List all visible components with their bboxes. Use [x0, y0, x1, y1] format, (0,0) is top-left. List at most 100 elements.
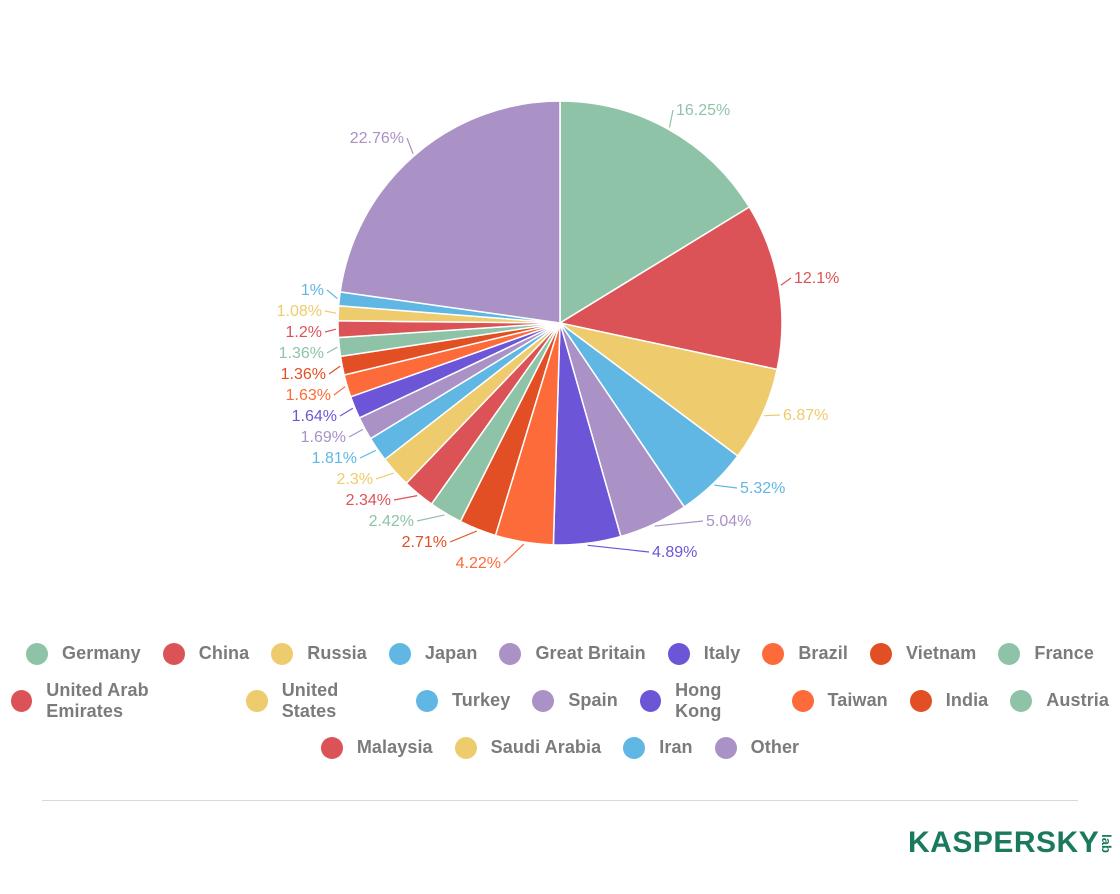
data-label: 12.1%	[794, 270, 839, 287]
legend-item-germany[interactable]: Germany	[26, 642, 141, 665]
leader-line	[326, 346, 338, 354]
legend-item-italy[interactable]: Italy	[667, 642, 741, 665]
legend-item-saudi-arabia[interactable]: Saudi Arabia	[454, 736, 602, 759]
leader-line	[348, 428, 364, 438]
data-label: 1.08%	[277, 303, 322, 320]
data-label: 1.2%	[286, 324, 322, 341]
legend-swatch-icon	[320, 736, 343, 759]
legend-label: India	[945, 690, 989, 710]
legend-item-malaysia[interactable]: Malaysia	[320, 736, 433, 759]
data-label: 4.89%	[652, 544, 697, 561]
legend-swatch-icon	[532, 689, 555, 712]
legend-label: Iran	[659, 737, 693, 757]
data-label: 22.76%	[350, 130, 404, 147]
legend-label: Russia	[307, 643, 367, 663]
leader-line	[406, 137, 414, 155]
legend-row: Germany China Russia Japan Great Britain Ital…	[0, 630, 1120, 677]
legend-item-united-states[interactable]: United States	[246, 680, 394, 722]
legend-label: Turkey	[452, 690, 511, 710]
data-label: 2.3%	[337, 471, 373, 488]
legend-item-spain[interactable]: Spain	[532, 689, 618, 712]
legend-swatch-icon	[162, 642, 185, 665]
legend-label: Japan	[424, 643, 478, 663]
legend-swatch-icon	[639, 689, 662, 712]
legend-item-japan[interactable]: Japan	[388, 642, 478, 665]
legend-label: Taiwan	[827, 690, 888, 710]
logo-suffix: lab	[1099, 833, 1115, 853]
leader-line	[587, 544, 650, 553]
leader-line	[449, 530, 478, 543]
leader-line	[324, 310, 337, 314]
leader-line	[714, 484, 738, 489]
legend-label: Saudi Arabia	[490, 737, 602, 757]
data-label: 16.25%	[676, 102, 730, 119]
leader-line	[359, 449, 377, 459]
legend-label: Austria	[1046, 690, 1110, 710]
legend: Germany China Russia Japan Great Britain Ital…	[0, 630, 1120, 771]
legend-label: Malaysia	[356, 737, 433, 757]
data-label: 2.71%	[402, 534, 447, 551]
data-label: 4.22%	[456, 555, 501, 572]
legend-row: United Arab Emirates United States Turkey S…	[0, 677, 1120, 724]
data-label: 1.36%	[279, 345, 324, 362]
data-label: 1.64%	[292, 408, 337, 425]
leader-line	[324, 328, 337, 333]
legend-item-united-arab-emirates[interactable]: United Arab Emirates	[11, 680, 224, 722]
legend-item-other[interactable]: Other	[714, 736, 800, 759]
legend-swatch-icon	[499, 642, 522, 665]
legend-swatch-icon	[11, 689, 33, 712]
legend-item-great-britain[interactable]: Great Britain	[499, 642, 646, 665]
legend-swatch-icon	[998, 642, 1021, 665]
pie-slices	[337, 100, 783, 546]
legend-swatch-icon	[909, 689, 932, 712]
legend-item-hong-kong[interactable]: Hong Kong	[639, 679, 770, 722]
legend-item-turkey[interactable]: Turkey	[416, 689, 511, 712]
legend-item-france[interactable]: France	[998, 642, 1094, 665]
legend-item-china[interactable]: China	[162, 642, 250, 665]
divider	[42, 800, 1078, 801]
data-label: 2.34%	[346, 492, 391, 509]
data-label: 5.32%	[740, 480, 785, 497]
legend-swatch-icon	[714, 736, 737, 759]
legend-label: Great Britain	[535, 643, 646, 663]
leader-line	[339, 407, 354, 417]
leader-line	[763, 414, 781, 417]
legend-item-russia[interactable]: Russia	[271, 642, 367, 665]
legend-label: Vietnam	[905, 643, 977, 663]
legend-swatch-icon	[1010, 689, 1033, 712]
legend-label: Brazil	[798, 643, 848, 663]
leader-line	[668, 109, 674, 128]
legend-label: Hong Kong	[675, 679, 722, 721]
logo-wordmark: KASPERSKY	[908, 826, 1100, 859]
data-label: 6.87%	[783, 407, 828, 424]
data-label: 1.81%	[312, 450, 357, 467]
leader-line	[654, 520, 704, 527]
data-label: 2.42%	[369, 513, 414, 530]
legend-swatch-icon	[26, 642, 48, 665]
legend-item-taiwan[interactable]: Taiwan	[791, 689, 888, 712]
legend-swatch-icon	[623, 736, 646, 759]
leader-line	[503, 543, 525, 564]
legend-item-brazil[interactable]: Brazil	[762, 642, 848, 665]
leader-line	[780, 277, 792, 286]
data-label: 1%	[301, 282, 324, 299]
legend-item-vietnam[interactable]: Vietnam	[869, 642, 977, 665]
legend-label: Italy	[703, 643, 741, 663]
leader-line	[328, 365, 341, 375]
leader-line	[375, 472, 394, 480]
legend-item-austria[interactable]: Austria	[1010, 689, 1110, 712]
legend-item-india[interactable]: India	[909, 689, 989, 712]
data-label: 1.36%	[281, 366, 326, 383]
legend-label: United Arab Emirates	[46, 679, 149, 721]
legend-swatch-icon	[667, 642, 690, 665]
legend-label: China	[198, 643, 250, 663]
legend-label: Spain	[568, 690, 618, 710]
pie-chart: 16.25% 12.1% 6.87% 5.32% 5.04% 4.89% 4.22% 2.71…	[277, 100, 839, 572]
legend-row: Malaysia Saudi Arabia Iran Other	[0, 724, 1120, 771]
legend-item-iran[interactable]: Iran	[623, 736, 693, 759]
legend-label: France	[1034, 643, 1094, 663]
data-label: 1.63%	[286, 387, 331, 404]
leader-line	[333, 386, 346, 396]
legend-swatch-icon	[791, 689, 814, 712]
data-label: 5.04%	[706, 513, 751, 530]
